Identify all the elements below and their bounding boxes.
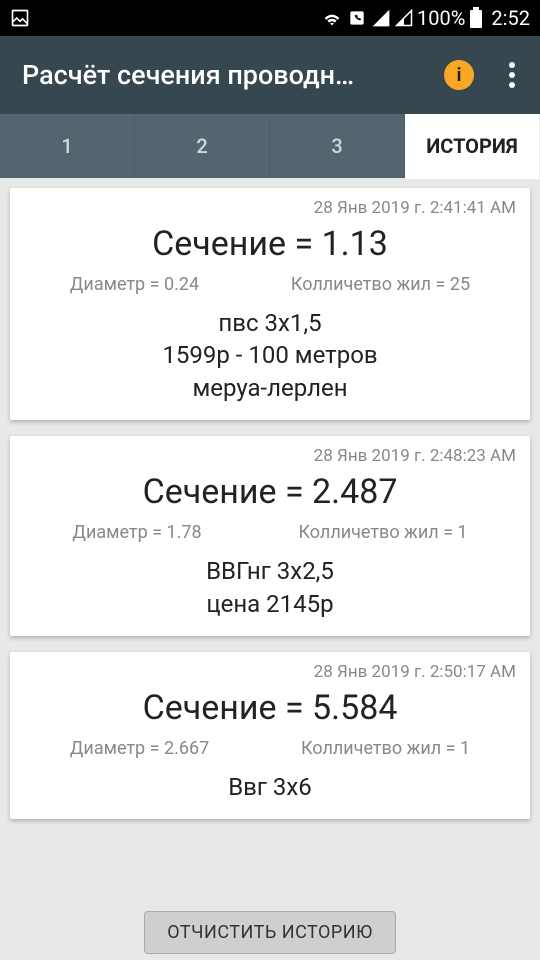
card-params: Диаметр = 0.24 Колличетво жил = 25 bbox=[24, 274, 516, 295]
card-params: Диаметр = 2.667 Колличетво жил = 1 bbox=[24, 738, 516, 759]
card-cores: Колличетво жил = 1 bbox=[301, 738, 470, 759]
card-timestamp: 28 Янв 2019 г. 2:50:17 AM bbox=[24, 662, 516, 682]
card-timestamp: 28 Янв 2019 г. 2:48:23 AM bbox=[24, 446, 516, 466]
tab-bar: 1 2 3 ИСТОРИЯ bbox=[0, 114, 540, 178]
clear-history-button[interactable]: ОТЧИСТИТЬ ИСТОРИЮ bbox=[144, 911, 395, 954]
history-card[interactable]: 28 Янв 2019 г. 2:48:23 AM Сечение = 2.48… bbox=[10, 436, 530, 636]
image-icon bbox=[10, 8, 30, 28]
signal-icon bbox=[371, 8, 391, 28]
signal2-icon bbox=[395, 9, 413, 27]
note-line: цена 2145р bbox=[24, 588, 516, 620]
status-bar: 100% 2:52 bbox=[0, 0, 540, 36]
clear-button-wrap: ОТЧИСТИТЬ ИСТОРИЮ bbox=[0, 911, 540, 954]
card-params: Диаметр = 1.78 Колличетво жил = 1 bbox=[24, 522, 516, 543]
card-diameter: Диаметр = 1.78 bbox=[72, 522, 201, 543]
note-line: ВВГнг 3x2,5 bbox=[24, 555, 516, 587]
history-content: 28 Янв 2019 г. 2:41:41 AM Сечение = 1.13… bbox=[0, 178, 540, 960]
card-note: ВВГнг 3x2,5 цена 2145р bbox=[24, 555, 516, 620]
tab-3[interactable]: 3 bbox=[270, 114, 405, 178]
card-diameter: Диаметр = 2.667 bbox=[70, 738, 209, 759]
card-section: Сечение = 5.584 bbox=[24, 688, 516, 728]
tab-history[interactable]: ИСТОРИЯ bbox=[405, 114, 540, 178]
card-note: пвс 3x1,5 1599р - 100 метров меруа-лерле… bbox=[24, 307, 516, 404]
overflow-menu-button[interactable] bbox=[502, 62, 522, 88]
note-line: 1599р - 100 метров bbox=[24, 339, 516, 371]
status-left bbox=[10, 8, 30, 28]
card-section: Сечение = 2.487 bbox=[24, 472, 516, 512]
wifi-icon bbox=[321, 7, 343, 29]
battery-percent: 100% bbox=[417, 6, 465, 30]
status-right: 100% 2:52 bbox=[321, 6, 530, 30]
tab-1[interactable]: 1 bbox=[0, 114, 135, 178]
battery-icon bbox=[469, 7, 483, 29]
card-timestamp: 28 Янв 2019 г. 2:41:41 AM bbox=[24, 198, 516, 218]
history-card[interactable]: 28 Янв 2019 г. 2:41:41 AM Сечение = 1.13… bbox=[10, 188, 530, 420]
clock-text: 2:52 bbox=[491, 6, 530, 30]
note-line: меруа-лерлен bbox=[24, 372, 516, 404]
history-card[interactable]: 28 Янв 2019 г. 2:50:17 AM Сечение = 5.58… bbox=[10, 652, 530, 819]
card-section: Сечение = 1.13 bbox=[24, 224, 516, 264]
note-line: Ввг 3x6 bbox=[24, 771, 516, 803]
tab-2[interactable]: 2 bbox=[135, 114, 270, 178]
info-button[interactable]: i bbox=[444, 60, 474, 90]
app-title: Расчёт сечения проводн… bbox=[22, 59, 434, 91]
card-cores: Колличетво жил = 1 bbox=[298, 522, 467, 543]
note-line: пвс 3x1,5 bbox=[24, 307, 516, 339]
card-note: Ввг 3x6 bbox=[24, 771, 516, 803]
app-bar: Расчёт сечения проводн… i bbox=[0, 36, 540, 114]
card-cores: Колличетво жил = 25 bbox=[291, 274, 470, 295]
card-diameter: Диаметр = 0.24 bbox=[70, 274, 199, 295]
phone-icon bbox=[347, 8, 367, 28]
